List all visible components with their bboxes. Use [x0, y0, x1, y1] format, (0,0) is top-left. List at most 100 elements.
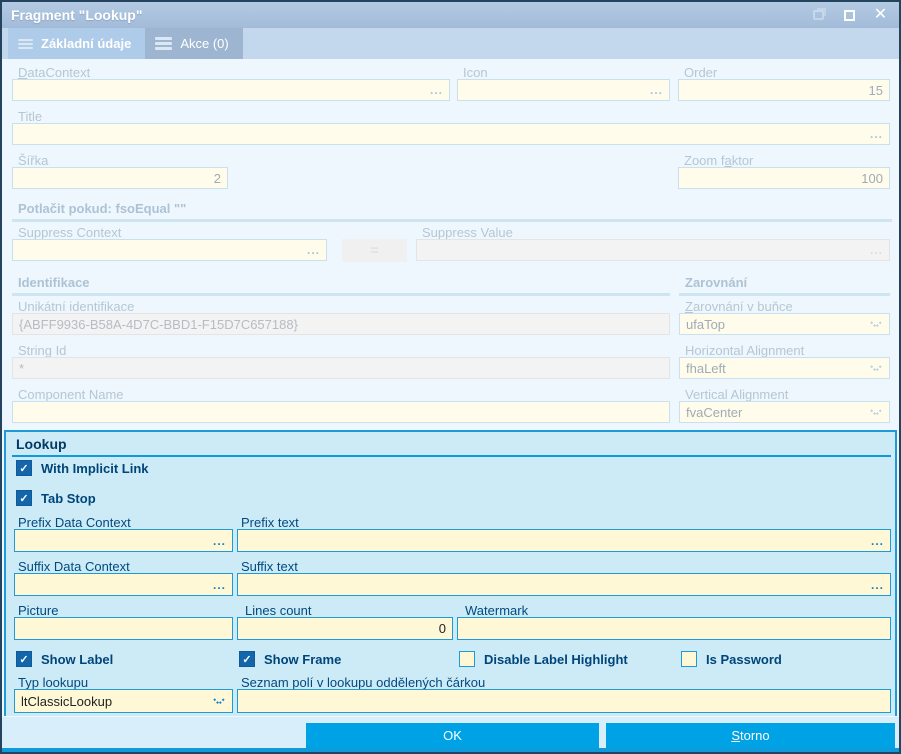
component-name-label: Component Name — [18, 387, 124, 402]
ellipsis-icon[interactable]: ... — [307, 243, 320, 257]
picture-field[interactable] — [14, 617, 233, 640]
section-rule — [12, 293, 670, 296]
chevron-down-icon[interactable] — [869, 408, 883, 417]
section-rule — [12, 219, 892, 222]
zoom-faktor-field[interactable]: 100 — [678, 167, 890, 189]
show-label-checkbox[interactable]: ✓ Show Label — [16, 651, 113, 667]
chevron-down-icon[interactable] — [212, 697, 226, 706]
lines-count-field[interactable]: 0 — [237, 617, 453, 640]
storno-label: Storno — [731, 728, 770, 743]
restore-glyph — [813, 10, 824, 20]
component-name-field[interactable] — [12, 401, 670, 423]
ok-button[interactable]: OK — [306, 723, 599, 748]
chevron-down-icon[interactable] — [869, 320, 883, 329]
cell-align-dropdown[interactable]: ufaTop — [679, 313, 890, 335]
checkbox-checked-icon: ✓ — [16, 651, 32, 667]
with-implicit-link-checkbox[interactable]: ✓ With Implicit Link — [16, 460, 149, 476]
button-bar: OK Storno — [2, 716, 899, 752]
suffix-data-context-label: Suffix Data Context — [18, 559, 130, 574]
title-label: Title — [18, 109, 43, 124]
lookup-panel: Lookup ✓ With Implicit Link ✓ Tab Stop P… — [4, 430, 897, 720]
maximize-glyph — [844, 9, 855, 21]
prefix-text-label: Prefix text — [241, 515, 299, 530]
checkbox-checked-icon: ✓ — [16, 460, 32, 476]
typ-lookupu-label: Typ lookupu — [18, 675, 89, 690]
lines-count-label: Lines count — [245, 603, 312, 618]
sirka-label: Šířka — [18, 153, 49, 168]
suffix-text-field[interactable]: ... — [237, 573, 891, 596]
cell-align-label: Zarovnání v buňce — [685, 299, 793, 314]
horizontal-align-dropdown[interactable]: fhaLeft — [679, 357, 890, 379]
title-field[interactable]: ... — [12, 123, 890, 145]
suppress-operator-button[interactable]: = — [342, 239, 407, 262]
ok-label: OK — [443, 728, 462, 743]
vertical-align-dropdown[interactable]: fvaCenter — [679, 401, 890, 423]
horizontal-align-label: Horizontal Alignment — [685, 343, 805, 358]
ellipsis-icon[interactable]: ... — [871, 578, 884, 592]
show-frame-checkbox[interactable]: ✓ Show Frame — [239, 651, 341, 667]
vertical-align-label: Vertical Alignment — [685, 387, 789, 402]
window-title: Fragment "Lookup" — [11, 7, 143, 23]
close-icon[interactable]: ✕ — [867, 5, 894, 25]
checkbox-unchecked-icon — [459, 651, 475, 667]
dialog-window: Fragment "Lookup" ✕ Základní údaje Akce … — [0, 0, 901, 754]
equals-icon: = — [370, 242, 379, 259]
seznam-poli-field[interactable] — [237, 689, 891, 713]
suppress-context-field[interactable]: ... — [12, 239, 327, 261]
string-id-label: String Id — [18, 343, 67, 358]
lookup-rule — [12, 455, 891, 457]
ellipsis-icon[interactable]: ... — [650, 83, 663, 97]
titlebar[interactable]: Fragment "Lookup" — [2, 2, 899, 28]
is-password-checkbox[interactable]: Is Password — [681, 651, 782, 667]
prefix-data-context-field[interactable]: ... — [14, 529, 233, 552]
list-icon — [155, 37, 173, 50]
prefix-text-field[interactable]: ... — [237, 529, 891, 552]
icon-label: Icon — [463, 65, 488, 80]
datacontext-label: DataContext — [18, 65, 91, 80]
list-icon — [18, 38, 33, 49]
tab-stop-checkbox[interactable]: ✓ Tab Stop — [16, 490, 96, 506]
lookup-header: Lookup — [16, 436, 67, 452]
picture-label: Picture — [18, 603, 59, 618]
typ-lookupu-dropdown[interactable]: ltClassicLookup — [14, 689, 233, 713]
ellipsis-icon: ... — [869, 243, 883, 257]
zoom-faktor-label: Zoom faktor — [684, 153, 754, 168]
order-label: Order — [684, 65, 718, 80]
order-field[interactable]: 15 — [678, 79, 890, 101]
unique-id-field: {ABFF9936-B58A-4D7C-BBD1-F15D7C657188} — [12, 313, 670, 335]
sirka-field[interactable]: 2 — [12, 167, 228, 189]
tab-bar: Základní údaje Akce (0) — [2, 28, 899, 59]
ellipsis-icon[interactable]: ... — [213, 578, 226, 592]
close-glyph: ✕ — [873, 6, 888, 23]
checkbox-checked-icon: ✓ — [16, 490, 32, 506]
suffix-text-label: Suffix text — [241, 559, 298, 574]
icon-field[interactable]: ... — [457, 79, 670, 101]
zarovnani-header: Zarovnání — [685, 275, 748, 290]
prefix-data-context-label: Prefix Data Context — [18, 515, 131, 530]
maximize-icon[interactable] — [836, 5, 863, 25]
checkbox-checked-icon: ✓ — [239, 651, 255, 667]
datacontext-field[interactable]: ... — [12, 79, 450, 101]
ellipsis-icon[interactable]: ... — [430, 83, 443, 97]
chevron-down-icon[interactable] — [869, 364, 883, 373]
seznam-poli-label: Seznam polí v lookupu oddělených čárkou — [241, 675, 486, 690]
restore-icon[interactable] — [805, 5, 832, 25]
ellipsis-icon[interactable]: ... — [871, 534, 884, 548]
storno-button[interactable]: Storno — [606, 723, 895, 748]
section-rule — [679, 293, 890, 296]
tab-label-actions: Akce (0) — [180, 36, 229, 51]
suppress-value-label: Suppress Value — [422, 225, 513, 240]
tab-akce[interactable]: Akce (0) — [145, 28, 243, 59]
identifikace-header: Identifikace — [18, 275, 90, 290]
suffix-data-context-field[interactable]: ... — [14, 573, 233, 596]
ellipsis-icon[interactable]: ... — [870, 127, 883, 141]
tab-zakladni-udaje[interactable]: Základní údaje — [8, 28, 146, 59]
ellipsis-icon[interactable]: ... — [213, 534, 226, 548]
unique-id-label: Unikátní identifikace — [18, 299, 135, 314]
suppress-section-header: Potlačit pokud: fsoEqual "" — [18, 201, 187, 216]
suppress-value-field: ... — [416, 239, 890, 261]
disable-label-highlight-checkbox[interactable]: Disable Label Highlight — [459, 651, 628, 667]
tab-label-basic: Základní údaje — [41, 36, 132, 51]
watermark-field[interactable] — [457, 617, 891, 640]
watermark-label: Watermark — [465, 603, 529, 618]
